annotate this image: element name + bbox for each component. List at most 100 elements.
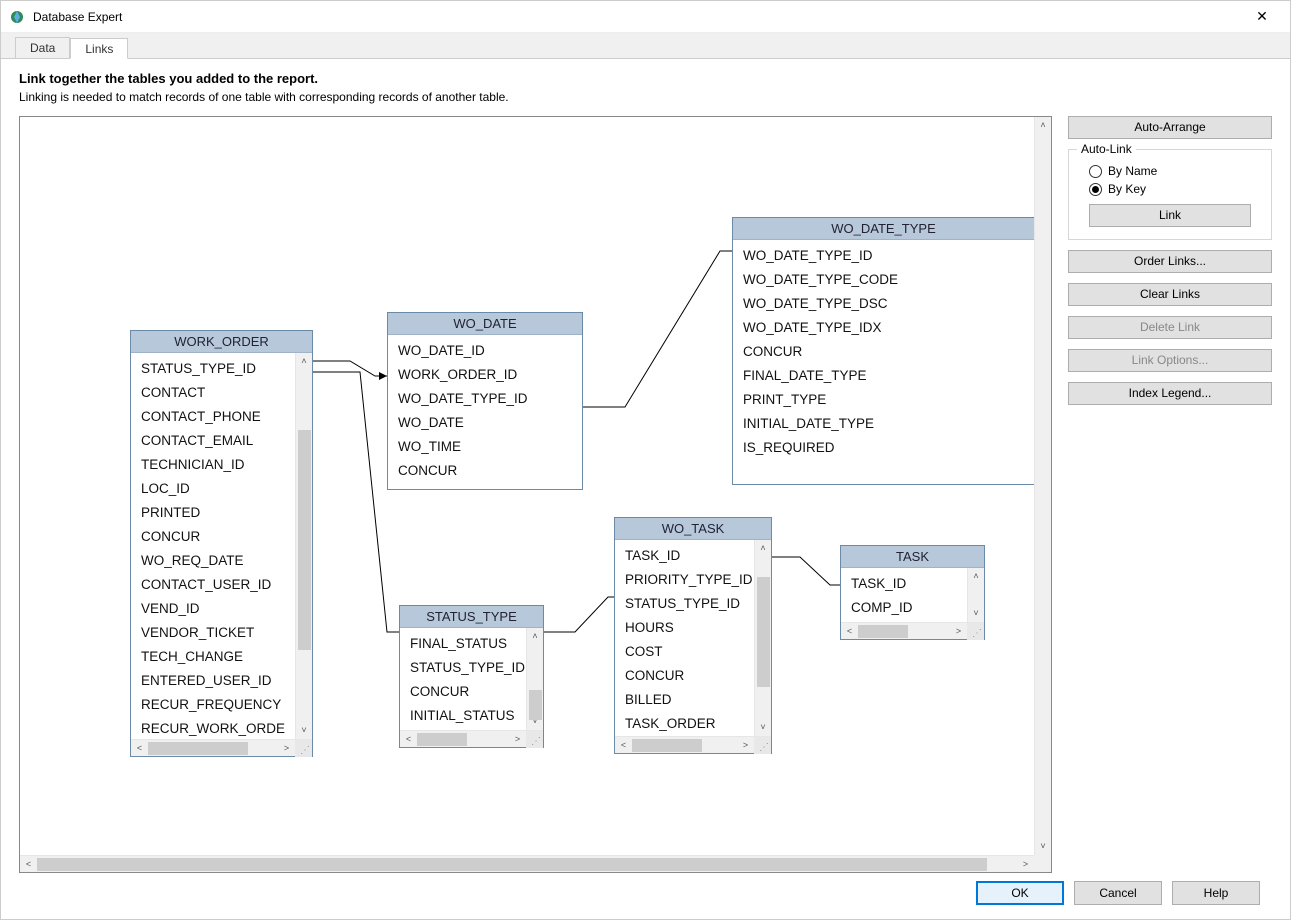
field[interactable]: CONTACT_USER_ID: [141, 573, 287, 597]
scrollbar-vertical[interactable]: ˄ ˅: [526, 628, 543, 730]
field[interactable]: WO_DATE_TYPE_ID: [743, 244, 1026, 268]
field[interactable]: INITIAL_DATE_TYPE: [743, 412, 1026, 436]
table-header[interactable]: WORK_ORDER: [131, 331, 312, 353]
link-button[interactable]: Link: [1089, 204, 1251, 227]
index-legend-button[interactable]: Index Legend...: [1068, 382, 1272, 405]
field[interactable]: CONCUR: [410, 680, 518, 704]
field[interactable]: CONTACT: [141, 381, 287, 405]
scrollbar-horizontal[interactable]: ˂ ˃ ⋰: [400, 730, 543, 747]
table-wo-task[interactable]: WO_TASK TASK_ID PRIORITY_TYPE_ID STATUS_…: [614, 517, 772, 754]
table-header[interactable]: WO_TASK: [615, 518, 771, 540]
field[interactable]: WO_DATE_ID: [398, 339, 574, 363]
chevron-right-icon[interactable]: ˃: [950, 623, 967, 639]
help-button[interactable]: Help: [1172, 881, 1260, 905]
field[interactable]: CONCUR: [141, 525, 287, 549]
field[interactable]: STATUS_TYPE_ID: [625, 592, 746, 616]
field[interactable]: WO_DATE_TYPE_ID: [398, 387, 574, 411]
order-links-button[interactable]: Order Links...: [1068, 250, 1272, 273]
resize-grip-icon[interactable]: ⋰: [754, 737, 771, 754]
resize-grip-icon[interactable]: ⋰: [526, 731, 543, 748]
scrollbar-horizontal[interactable]: ˂ ˃ ⋰: [615, 736, 771, 753]
canvas-scrollbar-horizontal[interactable]: ˂ ˃: [20, 855, 1034, 872]
field[interactable]: TECH_CHANGE: [141, 645, 287, 669]
chevron-right-icon[interactable]: ˃: [509, 731, 526, 747]
field[interactable]: TECHNICIAN_ID: [141, 453, 287, 477]
chevron-up-icon[interactable]: ˄: [1035, 117, 1051, 134]
auto-arrange-button[interactable]: Auto-Arrange: [1068, 116, 1272, 139]
field[interactable]: COMP_ID: [851, 596, 959, 620]
table-wo-date[interactable]: WO_DATE WO_DATE_ID WORK_ORDER_ID WO_DATE…: [387, 312, 583, 490]
chevron-left-icon[interactable]: ˂: [841, 623, 858, 639]
field[interactable]: INITIAL_STATUS: [410, 704, 518, 728]
clear-links-button[interactable]: Clear Links: [1068, 283, 1272, 306]
delete-link-button[interactable]: Delete Link: [1068, 316, 1272, 339]
field[interactable]: WO_DATE_TYPE_DSC: [743, 292, 1026, 316]
field[interactable]: COST: [625, 640, 746, 664]
field[interactable]: VEND_ID: [141, 597, 287, 621]
field[interactable]: IS_REQUIRED: [743, 436, 1026, 460]
field[interactable]: TASK_ORDER: [625, 712, 746, 736]
field[interactable]: TASK_ID: [851, 572, 959, 596]
cancel-button[interactable]: Cancel: [1074, 881, 1162, 905]
field[interactable]: RECUR_FREQUENCY: [141, 693, 287, 717]
scrollbar-vertical[interactable]: ˄ ˅: [754, 540, 771, 736]
table-header[interactable]: STATUS_TYPE: [400, 606, 543, 628]
field[interactable]: RECUR_WORK_ORDE: [141, 717, 287, 739]
radio-by-key[interactable]: By Key: [1089, 182, 1261, 196]
chevron-down-icon[interactable]: ˅: [1035, 838, 1051, 855]
table-header[interactable]: WO_DATE: [388, 313, 582, 335]
scrollbar-vertical[interactable]: ˄ ˅: [967, 568, 984, 622]
chevron-up-icon[interactable]: ˄: [527, 628, 543, 645]
table-task[interactable]: TASK TASK_ID COMP_ID ˄ ˅: [840, 545, 985, 640]
field[interactable]: PRINT_TYPE: [743, 388, 1026, 412]
table-header[interactable]: TASK: [841, 546, 984, 568]
radio-by-name[interactable]: By Name: [1089, 164, 1261, 178]
field[interactable]: PRINTED: [141, 501, 287, 525]
chevron-left-icon[interactable]: ˂: [615, 737, 632, 753]
field[interactable]: VENDOR_TICKET: [141, 621, 287, 645]
table-status-type[interactable]: STATUS_TYPE FINAL_STATUS STATUS_TYPE_ID …: [399, 605, 544, 748]
field[interactable]: STATUS_TYPE_ID: [141, 357, 287, 381]
chevron-right-icon[interactable]: ˃: [278, 740, 295, 756]
chevron-left-icon[interactable]: ˂: [131, 740, 148, 756]
chevron-up-icon[interactable]: ˄: [296, 353, 312, 370]
field[interactable]: CONCUR: [398, 459, 574, 483]
field[interactable]: LOC_ID: [141, 477, 287, 501]
field[interactable]: CONTACT_PHONE: [141, 405, 287, 429]
field[interactable]: FINAL_STATUS: [410, 632, 518, 656]
table-wo-date-type[interactable]: WO_DATE_TYPE WO_DATE_TYPE_ID WO_DATE_TYP…: [732, 217, 1034, 485]
scrollbar-horizontal[interactable]: ˂ ˃ ⋰: [131, 739, 312, 756]
chevron-left-icon[interactable]: ˂: [400, 731, 417, 747]
link-options-button[interactable]: Link Options...: [1068, 349, 1272, 372]
field[interactable]: WO_DATE_TYPE_IDX: [743, 316, 1026, 340]
resize-grip-icon[interactable]: ⋰: [295, 740, 312, 757]
field[interactable]: BILLED: [625, 688, 746, 712]
chevron-up-icon[interactable]: ˄: [968, 568, 984, 585]
canvas-scrollbar-vertical[interactable]: ˄ ˅: [1034, 117, 1051, 855]
chevron-right-icon[interactable]: ˃: [737, 737, 754, 753]
field[interactable]: FINAL_DATE_TYPE: [743, 364, 1026, 388]
field[interactable]: HOURS: [625, 616, 746, 640]
field[interactable]: WO_DATE: [398, 411, 574, 435]
resize-grip-icon[interactable]: ⋰: [967, 623, 984, 640]
scrollbar-horizontal[interactable]: ˂ ˃ ⋰: [841, 622, 984, 639]
field[interactable]: PRIORITY_TYPE_ID: [625, 568, 746, 592]
field[interactable]: TASK_ID: [625, 544, 746, 568]
tab-links[interactable]: Links: [70, 38, 128, 59]
tab-data[interactable]: Data: [15, 37, 70, 58]
field[interactable]: WO_TIME: [398, 435, 574, 459]
chevron-up-icon[interactable]: ˄: [755, 540, 771, 557]
field[interactable]: CONCUR: [625, 664, 746, 688]
close-icon[interactable]: ✕: [1242, 8, 1282, 25]
link-canvas[interactable]: WORK_ORDER STATUS_TYPE_ID CONTACT CONTAC…: [20, 117, 1034, 855]
table-header[interactable]: WO_DATE_TYPE: [733, 218, 1034, 240]
table-work-order[interactable]: WORK_ORDER STATUS_TYPE_ID CONTACT CONTAC…: [130, 330, 313, 757]
field[interactable]: WORK_ORDER_ID: [398, 363, 574, 387]
field[interactable]: WO_REQ_DATE: [141, 549, 287, 573]
chevron-down-icon[interactable]: ˅: [968, 605, 984, 622]
scrollbar-vertical[interactable]: ˄ ˅: [295, 353, 312, 739]
chevron-right-icon[interactable]: ˃: [1017, 856, 1034, 872]
field[interactable]: ENTERED_USER_ID: [141, 669, 287, 693]
ok-button[interactable]: OK: [976, 881, 1064, 905]
field[interactable]: WO_DATE_TYPE_CODE: [743, 268, 1026, 292]
